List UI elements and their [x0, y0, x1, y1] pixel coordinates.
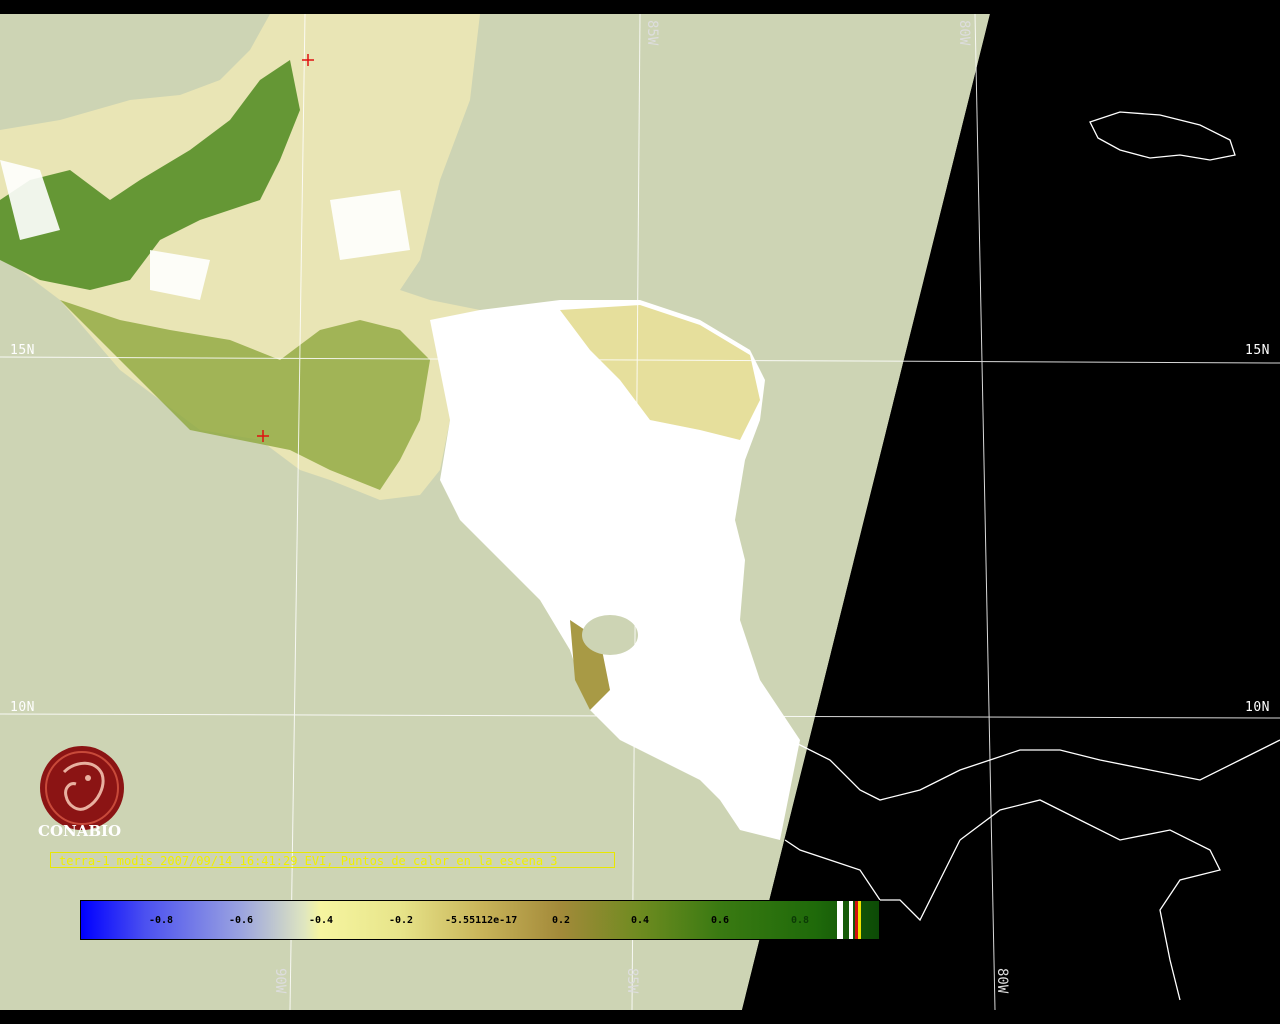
scale-tick: -5.55112e-17 — [445, 915, 518, 926]
lat-label-10n-right: 10N — [1245, 700, 1270, 715]
lon-label-85w-top: 85W — [644, 20, 660, 46]
scale-tick: -0.4 — [309, 915, 334, 926]
lat-label-15n-right: 15N — [1245, 343, 1270, 358]
scale-yellow-swatch — [858, 901, 861, 939]
lon-label-90w-bottom: 90W — [272, 968, 288, 994]
scale-tick: 0.4 — [631, 915, 650, 926]
image-caption: terra-1 modis 2007/09/14 16:41:29 EVI, P… — [50, 852, 615, 868]
bottom-border — [0, 1010, 1280, 1024]
satellite-map — [0, 0, 1280, 1024]
scale-tick: -0.6 — [229, 915, 254, 926]
evi-color-scale: -0.8 -0.6 -0.4 -0.2 -5.55112e-17 0.2 0.4… — [80, 900, 880, 940]
scale-white-swatch-2 — [849, 901, 853, 939]
lon-label-80w-bottom: 80W — [994, 968, 1010, 994]
scale-white-swatch — [837, 901, 843, 939]
scale-tick: -0.2 — [389, 915, 414, 926]
lon-label-80w-top: 80W — [956, 20, 972, 46]
lake-nicaragua — [582, 615, 638, 655]
lat-label-15n-left: 15N — [10, 343, 35, 358]
lon-label-85w-bottom: 85W — [624, 968, 640, 994]
lat-label-10n-left: 10N — [10, 700, 35, 715]
scale-tick: 0.2 — [552, 915, 571, 926]
scale-tick: -0.8 — [149, 915, 174, 926]
conabio-logo-text: CONABIO — [38, 822, 122, 840]
top-border — [0, 0, 1280, 14]
scale-tick: 0.6 — [711, 915, 730, 926]
scale-tick: 0.8 — [791, 915, 810, 926]
